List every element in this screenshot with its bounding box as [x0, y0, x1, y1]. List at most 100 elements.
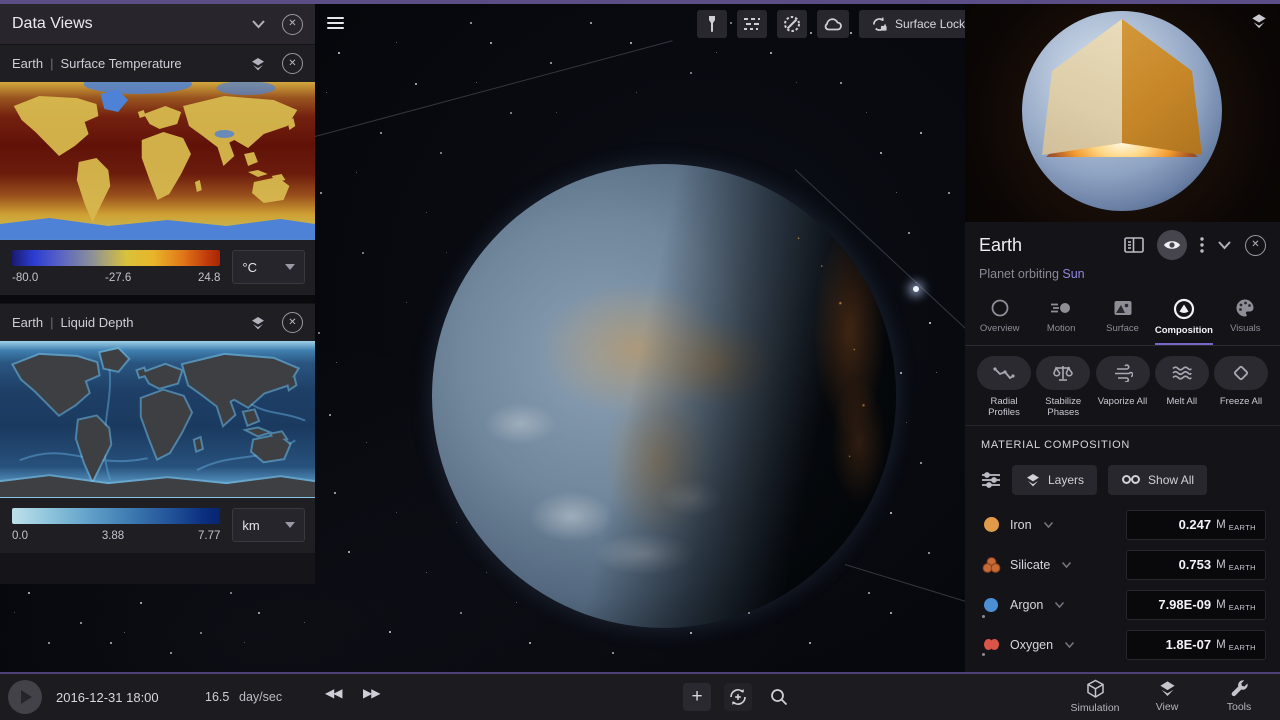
- layers-icon: [1027, 473, 1039, 487]
- scale-mid: 3.88: [101, 530, 125, 542]
- orbit-overlay-tool-button[interactable]: [777, 10, 807, 38]
- play-icon: [21, 690, 32, 704]
- close-data-views-button[interactable]: ✕: [282, 13, 303, 35]
- argon-icon: [981, 597, 1001, 618]
- decrease-speed-button[interactable]: ◀◀: [325, 686, 342, 700]
- melt-all-button[interactable]: Melt All: [1153, 356, 1211, 419]
- surface-lock-label: Surface Lock: [895, 17, 966, 31]
- panel-divider: [0, 295, 315, 303]
- bottom-center-tools: +: [683, 683, 793, 711]
- radial-profiles-button[interactable]: Radial Profiles: [975, 356, 1033, 419]
- unit-value: °C: [242, 259, 257, 275]
- increase-speed-button[interactable]: ▶▶: [363, 686, 380, 700]
- filter-sliders-button[interactable]: [981, 471, 1001, 489]
- material-composition-title: MATERIAL COMPOSITION: [981, 438, 1131, 451]
- data-views-title: Data Views: [12, 15, 93, 32]
- layers-icon[interactable]: [250, 56, 266, 72]
- hamburger-menu-icon[interactable]: [327, 17, 344, 30]
- tab-surface[interactable]: Surface: [1092, 292, 1153, 345]
- add-object-button[interactable]: +: [683, 683, 711, 711]
- close-view-button[interactable]: ✕: [282, 312, 303, 333]
- tools-menu-button[interactable]: Tools: [1208, 679, 1270, 714]
- depth-scale: 0.0 3.88 7.77 km: [0, 498, 315, 553]
- time-control-bar: 2016-12-31 18:00 16.5 day/sec ◀◀ ▶▶ + Si…: [0, 672, 1280, 720]
- temperature-scale: -80.0 -27.6 24.8 °C: [0, 240, 315, 295]
- object-tabs: Overview Motion Surface Composition Visu…: [965, 290, 1280, 346]
- tab-visuals[interactable]: Visuals: [1215, 292, 1276, 345]
- material-row-silicate: Silicate 0.753 M EARTH: [981, 545, 1266, 585]
- oxygen-mass-field[interactable]: 1.8E-07 M EARTH: [1126, 629, 1266, 660]
- chevron-down-icon[interactable]: [251, 19, 266, 29]
- close-object-panel-button[interactable]: ✕: [1245, 234, 1266, 256]
- surface-temperature-map: [0, 82, 315, 240]
- data-views-panel: Data Views ✕ Earth | Surface Temperature ✕: [0, 4, 315, 584]
- trails-tool-button[interactable]: [737, 10, 767, 38]
- planet-interior-view[interactable]: [965, 4, 1280, 222]
- chevron-down-icon[interactable]: [1054, 601, 1065, 609]
- show-all-button[interactable]: Show All: [1108, 464, 1208, 495]
- material-row-iron: Iron 0.247 M EARTH: [981, 505, 1266, 545]
- reset-view-button[interactable]: [724, 683, 752, 711]
- time-speed-unit: day/sec: [239, 690, 283, 704]
- argon-mass-field[interactable]: 7.98E-09 M EARTH: [1126, 589, 1266, 620]
- time-speed-value[interactable]: 16.5: [205, 690, 229, 704]
- simulation-datetime[interactable]: 2016-12-31 18:00: [56, 690, 159, 705]
- tab-composition[interactable]: Composition: [1153, 292, 1214, 345]
- search-button[interactable]: [765, 683, 793, 711]
- stabilize-phases-button[interactable]: Stabilize Phases: [1034, 356, 1092, 419]
- layers-icon[interactable]: [250, 315, 266, 331]
- temperature-unit-dropdown[interactable]: °C: [232, 250, 305, 284]
- chevron-down-icon[interactable]: [1217, 240, 1232, 250]
- unit-value: km: [242, 517, 260, 533]
- surface-icon: [1114, 301, 1132, 315]
- view-menu-button[interactable]: View: [1136, 679, 1198, 714]
- window-accent-stripe: [0, 0, 1280, 4]
- iron-icon: [981, 517, 1001, 533]
- kebab-menu-icon[interactable]: [1200, 237, 1204, 253]
- chevron-down-icon[interactable]: [1061, 561, 1072, 569]
- visuals-palette-icon: [1236, 299, 1254, 317]
- clouds-tool-button[interactable]: [817, 10, 849, 38]
- chevron-down-icon[interactable]: [1064, 641, 1075, 649]
- iron-mass-field[interactable]: 0.247 M EARTH: [1126, 509, 1266, 540]
- play-button[interactable]: [8, 680, 42, 714]
- silicate-mass-field[interactable]: 0.753 M EARTH: [1126, 549, 1266, 580]
- cloud-icon: [824, 18, 842, 31]
- material-list: Iron 0.247 M EARTH Silicate 0.753 M EARTH: [965, 501, 1280, 665]
- layers-toggle-button[interactable]: Layers: [1012, 464, 1098, 495]
- depth-gradient-bar: [12, 508, 221, 524]
- chevron-down-icon[interactable]: [1043, 521, 1054, 529]
- scale-min: 0.0: [12, 530, 28, 542]
- visibility-button[interactable]: [1157, 230, 1187, 260]
- vapor-icon: [1114, 364, 1133, 382]
- oxygen-icon: [981, 639, 1001, 657]
- waves-icon: [1172, 366, 1192, 380]
- depth-unit-dropdown[interactable]: km: [232, 508, 305, 542]
- sliders-icon: [982, 471, 1000, 488]
- orbit-refresh-icon: [730, 689, 746, 705]
- liquid-depth-view-header: Earth | Liquid Depth ✕: [0, 303, 315, 341]
- material-row-argon: Argon 7.98E-09 M EARTH: [981, 585, 1266, 625]
- parent-body-link[interactable]: Sun: [1062, 267, 1084, 281]
- search-icon: [771, 689, 788, 706]
- freeze-all-button[interactable]: Freeze All: [1212, 356, 1270, 419]
- earth-planet-3d[interactable]: [432, 164, 896, 628]
- properties-panel-button[interactable]: [1124, 237, 1144, 253]
- tab-motion[interactable]: Motion: [1030, 292, 1091, 345]
- interior-layers-button[interactable]: [1250, 12, 1268, 30]
- close-view-button[interactable]: ✕: [282, 53, 303, 74]
- flashlight-tool-button[interactable]: [697, 10, 727, 38]
- earth-cutaway-image: [1022, 11, 1222, 211]
- dashed-circle-slash-icon: [784, 16, 800, 32]
- diamond-icon: [1233, 365, 1249, 381]
- surface-lock-button[interactable]: Surface Lock: [859, 10, 978, 38]
- data-views-header: Data Views ✕: [0, 4, 315, 44]
- object-properties-panel: Earth ✕ Planet orbiting Sun Overview Mot…: [965, 4, 1280, 672]
- layers-icon: [1159, 681, 1175, 697]
- simulation-menu-button[interactable]: Simulation: [1064, 679, 1126, 714]
- view-title: Earth | Surface Temperature: [12, 56, 182, 71]
- object-header: Earth ✕: [965, 222, 1280, 260]
- caret-down-icon: [285, 522, 295, 528]
- tab-overview[interactable]: Overview: [969, 292, 1030, 345]
- vaporize-all-button[interactable]: Vaporize All: [1094, 356, 1152, 419]
